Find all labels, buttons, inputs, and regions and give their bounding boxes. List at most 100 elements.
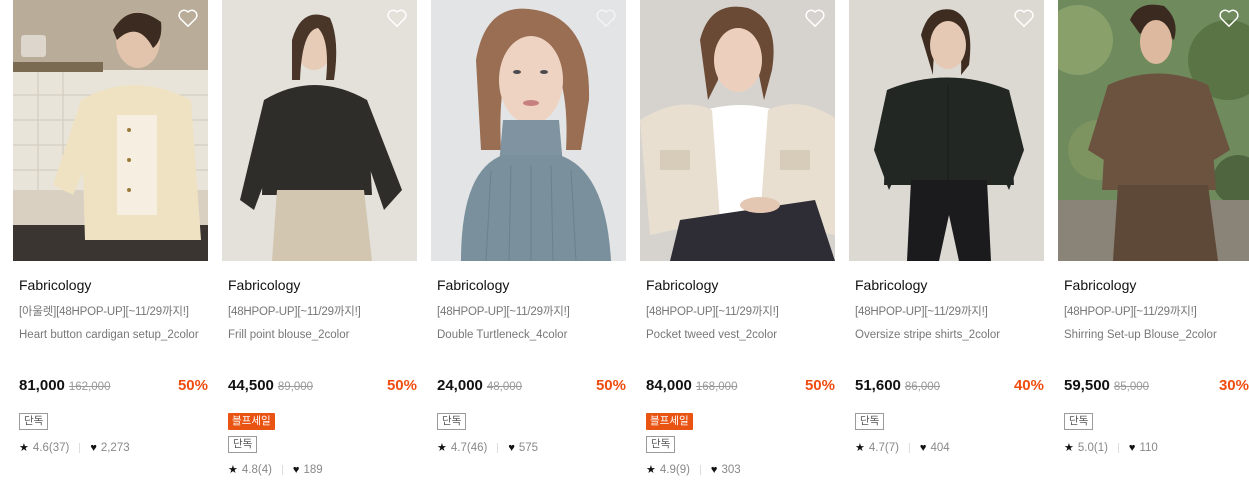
- brand-name[interactable]: Fabricology: [1064, 277, 1136, 293]
- sale-price: 59,500: [1064, 377, 1110, 394]
- price-row: 81,000 162,000 50%: [19, 377, 208, 397]
- star-icon: ★: [646, 464, 656, 476]
- price-row: 59,500 85,000 30%: [1064, 377, 1249, 397]
- discount-rate: 50%: [595, 377, 626, 394]
- original-price: 89,000: [277, 381, 314, 393]
- discount-rate: 50%: [804, 377, 835, 394]
- product-photo: [222, 0, 417, 261]
- promo-tag: [48HPOP-UP][~11/29까지!]: [646, 306, 779, 318]
- badge-group: 단독: [855, 411, 885, 434]
- divider: [497, 442, 499, 453]
- heart-filled-icon: ♥: [292, 463, 300, 476]
- rating-value: 4.7(7): [868, 441, 899, 454]
- product-card[interactable]: Fabricology [48HPOP-UP][~11/29까지!] Pocke…: [640, 0, 835, 476]
- wishlist-heart-icon[interactable]: [177, 8, 199, 28]
- heart-filled-icon: ♥: [919, 441, 927, 454]
- product-card[interactable]: Fabricology [48HPOP-UP][~11/29까지!] Shirr…: [1058, 0, 1249, 454]
- product-card[interactable]: Fabricology [48HPOP-UP][~11/29까지!] Doubl…: [431, 0, 626, 454]
- discount-rate: 50%: [177, 377, 208, 394]
- exclusive-badge: 단독: [646, 436, 676, 453]
- original-price: 168,000: [695, 381, 738, 393]
- divider: [699, 464, 701, 475]
- price-row: 51,600 86,000 40%: [855, 377, 1044, 397]
- product-photo: [431, 0, 626, 261]
- divider: [281, 464, 283, 475]
- original-price: 48,000: [486, 381, 523, 393]
- brand-name[interactable]: Fabricology: [437, 277, 509, 293]
- promo-tag: [48HPOP-UP][~11/29까지!]: [437, 306, 570, 318]
- review-stats: ★ 4.7(46) ♥ 575: [437, 441, 539, 455]
- product-name[interactable]: Frill point blouse_2color: [228, 327, 416, 343]
- sale-price: 44,500: [228, 377, 274, 394]
- badge-group: 단독: [437, 411, 467, 434]
- review-stats: ★ 4.6(37) ♥ 2,273: [19, 441, 130, 455]
- brand-name[interactable]: Fabricology: [646, 277, 718, 293]
- rating-value: 4.7(46): [450, 441, 488, 454]
- exclusive-badge: 단독: [855, 413, 885, 430]
- original-price: 85,000: [1113, 381, 1150, 393]
- product-name[interactable]: Oversize stripe shirts_2color: [855, 327, 1043, 343]
- price-row: 44,500 89,000 50%: [228, 377, 417, 397]
- likes-count: 189: [303, 463, 323, 476]
- badge-group: 블프세일 단독: [646, 411, 693, 457]
- wishlist-heart-icon[interactable]: [1218, 8, 1240, 28]
- star-icon: ★: [437, 442, 447, 454]
- product-card[interactable]: Fabricology [48HPOP-UP][~11/29까지!] Frill…: [222, 0, 417, 476]
- review-stats: ★ 4.8(4) ♥ 189: [228, 463, 323, 477]
- brand-name[interactable]: Fabricology: [19, 277, 91, 293]
- product-image[interactable]: [640, 0, 835, 261]
- badge-group: 단독: [19, 411, 49, 434]
- star-icon: ★: [855, 442, 865, 454]
- likes-count: 404: [930, 441, 950, 454]
- product-grid: Fabricology [아울렛][48HPOP-UP][~11/29까지!] …: [0, 0, 1249, 493]
- discount-rate: 50%: [386, 377, 417, 394]
- product-photo: [640, 0, 835, 261]
- price-row: 84,000 168,000 50%: [646, 377, 835, 397]
- product-name[interactable]: Double Turtleneck_4color: [437, 327, 625, 343]
- divider: [79, 442, 81, 453]
- wishlist-heart-icon[interactable]: [386, 8, 408, 28]
- exclusive-badge: 단독: [19, 413, 49, 430]
- exclusive-badge: 단독: [1064, 413, 1094, 430]
- sale-price: 84,000: [646, 377, 692, 394]
- product-image[interactable]: [13, 0, 208, 261]
- rating-value: 4.6(37): [32, 441, 70, 454]
- brand-name[interactable]: Fabricology: [855, 277, 927, 293]
- star-icon: ★: [228, 464, 238, 476]
- product-name[interactable]: Pocket tweed vest_2color: [646, 327, 834, 343]
- likes-count: 575: [518, 441, 539, 454]
- brand-name[interactable]: Fabricology: [228, 277, 300, 293]
- product-image[interactable]: [431, 0, 626, 261]
- likes-count: 110: [1139, 441, 1158, 454]
- product-card[interactable]: Fabricology [아울렛][48HPOP-UP][~11/29까지!] …: [13, 0, 208, 454]
- rating-value: 4.8(4): [241, 463, 272, 476]
- product-image[interactable]: [849, 0, 1044, 261]
- heart-filled-icon: ♥: [508, 441, 515, 454]
- discount-rate: 30%: [1218, 377, 1249, 394]
- promo-tag: [48HPOP-UP][~11/29까지!]: [1064, 306, 1197, 318]
- promo-tag: [48HPOP-UP][~11/29까지!]: [855, 306, 988, 318]
- sale-price: 51,600: [855, 377, 901, 394]
- likes-count: 303: [721, 463, 741, 476]
- product-name[interactable]: Heart button cardigan setup_2color: [19, 327, 207, 343]
- black-friday-sale-badge: 블프세일: [646, 413, 693, 430]
- original-price: 162,000: [68, 381, 111, 393]
- rating-value: 5.0(1): [1077, 441, 1108, 454]
- wishlist-heart-icon[interactable]: [595, 8, 617, 28]
- product-card[interactable]: Fabricology [48HPOP-UP][~11/29까지!] Overs…: [849, 0, 1044, 454]
- product-image[interactable]: [222, 0, 417, 261]
- wishlist-heart-icon[interactable]: [1013, 8, 1035, 28]
- wishlist-heart-icon[interactable]: [804, 8, 826, 28]
- product-name[interactable]: Shirring Set-up Blouse_2color: [1064, 327, 1249, 343]
- review-stats: ★ 5.0(1) ♥ 110: [1064, 441, 1158, 455]
- divider: [1117, 442, 1119, 453]
- heart-filled-icon: ♥: [710, 463, 718, 476]
- heart-filled-icon: ♥: [1128, 441, 1136, 454]
- black-friday-sale-badge: 블프세일: [228, 413, 275, 430]
- product-photo: [1058, 0, 1249, 261]
- promo-tag: [아울렛][48HPOP-UP][~11/29까지!]: [19, 306, 189, 318]
- star-icon: ★: [19, 442, 29, 454]
- product-image[interactable]: [1058, 0, 1249, 261]
- badge-group: 단독: [1064, 411, 1094, 434]
- original-price: 86,000: [904, 381, 941, 393]
